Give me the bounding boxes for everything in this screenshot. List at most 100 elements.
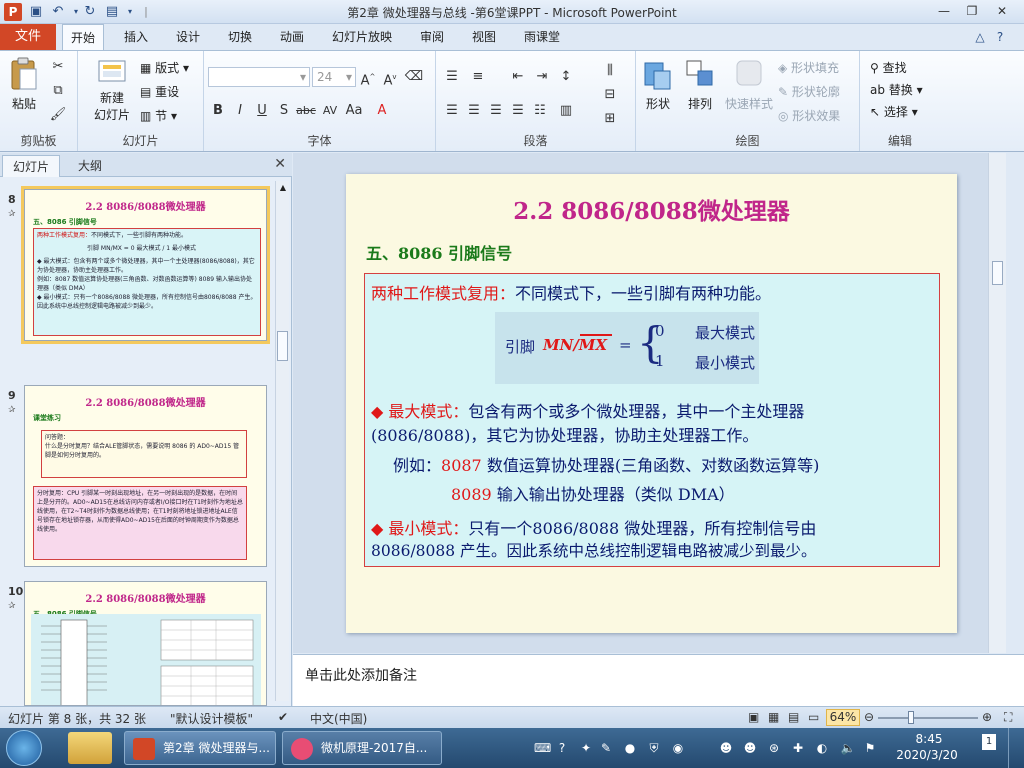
format-painter-icon[interactable]: 🖌 — [48, 105, 68, 125]
paste-button[interactable]: 粘贴 — [6, 57, 42, 112]
minimize-ribbon-icon[interactable]: △ — [972, 29, 988, 45]
slides-pane-scrollbar[interactable]: ▲ — [275, 181, 289, 701]
slide-sorter-icon[interactable]: ▦ — [768, 710, 779, 724]
bold-icon[interactable]: B — [208, 101, 228, 121]
shield-icon[interactable]: ⛨ — [646, 740, 662, 756]
slide-thumbnail-9[interactable]: 2.2 8086/8088微处理器 课堂练习 问答题： 什么是分时复用？结合AL… — [24, 385, 267, 567]
network-icon[interactable]: ⚑ — [862, 740, 878, 756]
tab-slideshow[interactable]: 幻灯片放映 — [324, 24, 400, 50]
shrink-font-icon[interactable]: Av — [380, 67, 400, 88]
tray-app-icon[interactable]: ◉ — [670, 740, 686, 756]
shape-effects-button[interactable]: ◎ 形状效果 — [778, 107, 840, 124]
slide-thumbnail-10[interactable]: 2.2 8086/8088微处理器 五、8086 引脚信号 — [24, 581, 267, 706]
normal-view-icon[interactable]: ▣ — [748, 710, 759, 724]
paint-tray-icon[interactable]: ✎ — [598, 740, 614, 756]
tray-app-icon[interactable]: ⊛ — [766, 740, 782, 756]
zoom-slider[interactable] — [878, 717, 978, 719]
tray-app-icon[interactable]: ● — [622, 740, 638, 756]
tab-transitions[interactable]: 切换 — [220, 24, 260, 50]
slide-thumbnail-8[interactable]: 2.2 8086/8088微处理器 五、8086 引脚信号 两种工作模式复用：不… — [21, 186, 270, 344]
slideshow-view-icon[interactable]: ▭ — [808, 710, 819, 724]
arrange-button[interactable]: 排列 — [680, 57, 720, 112]
start-button[interactable] — [6, 730, 42, 766]
tray-app-icon[interactable]: ◐ — [814, 740, 830, 756]
show-desktop-button[interactable] — [1008, 728, 1024, 768]
reset-button[interactable]: ▤ 重设 — [140, 83, 179, 100]
tab-rain-classroom[interactable]: 雨课堂 — [516, 24, 568, 50]
align-right-icon[interactable]: ☰ — [486, 101, 506, 121]
slide-title[interactable]: 2.2 8086/8088微处理器 — [346, 192, 957, 226]
notes-placeholder[interactable]: 单击此处添加备注 — [305, 665, 417, 685]
find-button[interactable]: ⚲ 查找 — [870, 59, 907, 76]
shape-fill-button[interactable]: ◈ 形状填充 — [778, 59, 839, 76]
shadow-icon[interactable]: S — [274, 101, 294, 121]
tab-review[interactable]: 审阅 — [412, 24, 452, 50]
zoom-slider-thumb[interactable] — [908, 711, 914, 724]
taskbar-browser-button[interactable]: 微机原理-2017自... — [282, 731, 442, 765]
zoom-out-icon[interactable]: ⊖ — [864, 710, 874, 724]
replace-button[interactable]: ab 替换 ▾ — [870, 81, 923, 98]
notes-pane[interactable]: 单击此处添加备注 — [293, 654, 1024, 706]
content-box[interactable]: 两种工作模式复用：不同模式下，一些引脚有两种功能。 引脚 MN/MX = { 0… — [364, 273, 940, 567]
reading-view-icon[interactable]: ▤ — [788, 710, 799, 724]
taskbar-powerpoint-button[interactable]: 第2章 微处理器与... — [124, 731, 276, 765]
copy-icon[interactable]: ⧉ — [48, 81, 68, 101]
cut-icon[interactable]: ✂ — [48, 57, 68, 77]
tab-home[interactable]: 开始 — [62, 24, 105, 51]
section-button[interactable]: ▥ 节 ▾ — [140, 107, 177, 124]
font-color-icon[interactable]: A — [372, 101, 392, 121]
quick-styles-button[interactable]: 快速样式 — [722, 57, 776, 112]
strikethrough-icon[interactable]: abc — [296, 101, 316, 121]
change-case-icon[interactable]: Aa — [344, 101, 364, 121]
tab-insert[interactable]: 插入 — [116, 24, 156, 50]
tab-view[interactable]: 视图 — [464, 24, 504, 50]
clear-format-icon[interactable]: ⌫ — [404, 67, 424, 87]
clock-time[interactable]: 8:45 — [904, 732, 954, 746]
slide-canvas[interactable]: 2.2 8086/8088微处理器 五、8086 引脚信号 两种工作模式复用：不… — [346, 174, 957, 633]
file-explorer-icon[interactable] — [68, 732, 112, 764]
line-spacing-icon[interactable]: ↕ — [556, 67, 576, 87]
fit-to-window-icon[interactable]: ⛶ — [1004, 710, 1012, 725]
qq-icon[interactable]: ☻ — [742, 740, 758, 756]
italic-icon[interactable]: I — [230, 101, 250, 121]
columns-icon[interactable]: ▥ — [556, 101, 576, 121]
tab-design[interactable]: 设计 — [168, 24, 208, 50]
justify-icon[interactable]: ☰ — [508, 101, 528, 121]
tab-outline[interactable]: 大纲 — [68, 155, 112, 177]
underline-icon[interactable]: U — [252, 101, 272, 121]
volume-icon[interactable]: 🔈 — [840, 740, 856, 756]
tray-app-icon[interactable]: ✚ — [790, 740, 806, 756]
font-name-combo[interactable]: ▾ — [208, 67, 310, 87]
tab-file[interactable]: 文件 — [0, 24, 56, 50]
align-text-icon[interactable]: ⊟ — [600, 85, 620, 105]
slide-subtitle[interactable]: 五、8086 引脚信号 — [366, 240, 512, 264]
language-indicator[interactable]: 中文(中国) — [310, 710, 367, 727]
tray-app-icon[interactable]: ✦ — [578, 740, 594, 756]
shape-outline-button[interactable]: ✎ 形状轮廓 — [778, 83, 840, 100]
qq-icon[interactable]: ☻ — [718, 740, 734, 756]
grow-font-icon[interactable]: A^ — [358, 67, 378, 88]
increase-indent-icon[interactable]: ⇥ — [532, 67, 552, 87]
text-direction-icon[interactable]: ⫼ — [600, 61, 620, 81]
keyboard-icon[interactable]: ⌨ — [534, 740, 551, 756]
numbering-icon[interactable]: ≡ — [468, 67, 488, 87]
select-button[interactable]: ↖ 选择 ▾ — [870, 103, 918, 120]
zoom-level[interactable]: 64% — [826, 709, 860, 726]
close-icon[interactable]: ✕ — [274, 156, 286, 172]
shapes-button[interactable]: 形状 — [638, 57, 678, 112]
spell-check-icon[interactable]: ✔ — [278, 710, 288, 724]
slide-scrollbar[interactable] — [988, 153, 1006, 653]
decrease-indent-icon[interactable]: ⇤ — [508, 67, 528, 87]
char-spacing-icon[interactable]: AV — [320, 101, 340, 121]
bullets-icon[interactable]: ☰ — [442, 67, 462, 87]
restore-icon[interactable]: ❐ — [958, 2, 986, 20]
smartart-icon[interactable]: ⊞ — [600, 109, 620, 129]
minimize-icon[interactable]: — — [930, 2, 958, 20]
clock-date[interactable]: 2020/3/20 — [892, 748, 962, 762]
tab-animations[interactable]: 动画 — [272, 24, 312, 50]
align-left-icon[interactable]: ☰ — [442, 101, 462, 121]
distribute-icon[interactable]: ☷ — [530, 101, 550, 121]
new-slide-button[interactable]: 新建 幻灯片 — [86, 57, 138, 123]
notification-icon[interactable]: 1 — [982, 734, 996, 750]
help-icon[interactable]: ? — [992, 29, 1008, 45]
